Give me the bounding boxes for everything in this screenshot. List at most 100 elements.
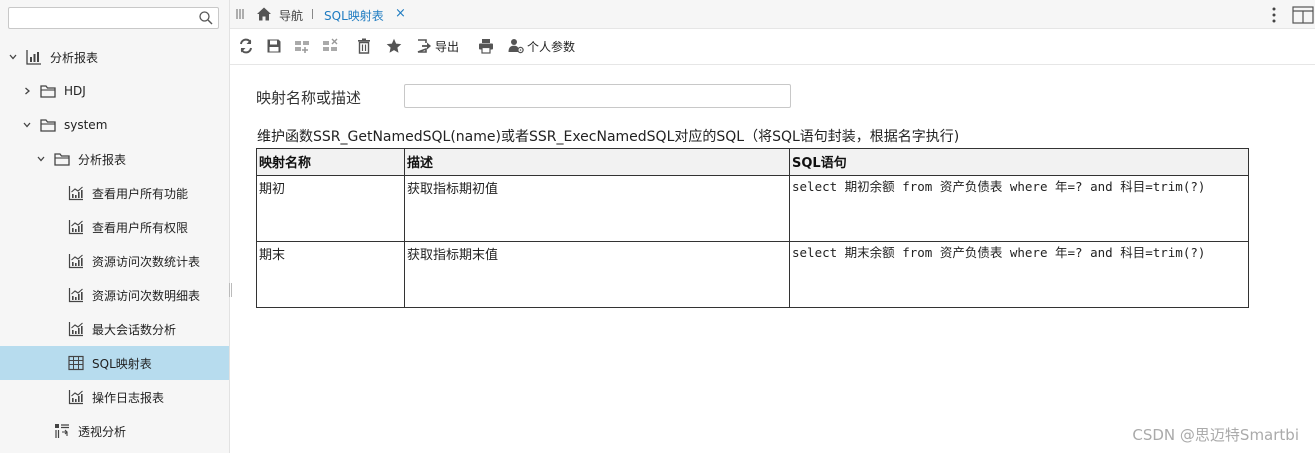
- chevron-down-icon[interactable]: [6, 50, 20, 64]
- tree-item[interactable]: 查看用户所有功能: [0, 176, 229, 210]
- tree-item[interactable]: 操作日志报表: [0, 380, 229, 414]
- tree-item[interactable]: 分析报表: [0, 40, 229, 74]
- analysis-report-icon: [26, 49, 42, 65]
- print-button[interactable]: [478, 37, 494, 55]
- tree-item[interactable]: 透视分析: [0, 414, 229, 448]
- report-chart-icon: [68, 219, 84, 235]
- chevron-down-icon[interactable]: [34, 152, 48, 166]
- tree-item-label: 资源访问次数统计表: [92, 254, 201, 269]
- tree-item[interactable]: 查看用户所有权限: [0, 210, 229, 244]
- column-header-sql[interactable]: SQL语句: [789, 148, 1249, 176]
- tab-bar: 导航 SQL映射表 ×: [230, 0, 1315, 29]
- search-icon[interactable]: [198, 10, 214, 26]
- save-icon: [267, 39, 281, 53]
- tree-item[interactable]: HDJ: [0, 74, 229, 108]
- user-settings-icon: [508, 39, 524, 54]
- tree-item-label: 分析报表: [78, 152, 127, 167]
- insert-row-icon: [295, 41, 309, 53]
- cell-sql[interactable]: select 期末余额 from 资产负债表 where 年=? and 科目=…: [789, 241, 1249, 308]
- export-icon: [417, 39, 431, 53]
- tree-item[interactable]: 资源访问次数统计表: [0, 244, 229, 278]
- report-chart-icon: [68, 287, 84, 303]
- folder-icon: [54, 151, 70, 167]
- tree-item-label: 最大会话数分析: [92, 322, 177, 337]
- tree-item-label: 资源访问次数明细表: [92, 288, 201, 303]
- app-window: 分析报表 HDJ system 分析报表查看用户所有功能查看用户所有权限 资源访问次数统…: [0, 0, 1315, 453]
- refresh-button[interactable]: [238, 37, 254, 55]
- tree-item[interactable]: 资源访问次数明细表: [0, 278, 229, 312]
- tree-item[interactable]: 分析报表: [0, 142, 229, 176]
- tree-item-label: 查看用户所有权限: [92, 220, 189, 235]
- report-chart-icon: [68, 321, 84, 337]
- cell-description[interactable]: 获取指标期末值: [404, 241, 790, 308]
- table-row[interactable]: 期初 获取指标期初值 select 期初余额 from 资产负债表 where …: [256, 175, 1249, 242]
- column-header-description[interactable]: 描述: [404, 148, 790, 176]
- search-box: [8, 7, 219, 29]
- cell-description[interactable]: 获取指标期初值: [404, 175, 790, 242]
- favorite-button[interactable]: [386, 37, 402, 55]
- refresh-icon: [240, 38, 252, 54]
- folder-icon: [40, 117, 56, 133]
- home-icon[interactable]: [256, 6, 272, 22]
- tree-item-label: SQL映射表: [92, 356, 152, 371]
- personal-params-button[interactable]: 个人参数: [508, 37, 575, 55]
- chevron-right-icon[interactable]: [20, 84, 34, 98]
- tree-item-label: 操作日志报表: [92, 390, 165, 405]
- mapping-filter-label: 映射名称或描述: [256, 89, 362, 107]
- report-chart-icon: [68, 253, 84, 269]
- tab-sql-mapping[interactable]: SQL映射表: [324, 7, 384, 24]
- table-icon: [68, 355, 84, 371]
- sidebar: 分析报表 HDJ system 分析报表查看用户所有功能查看用户所有权限 资源访问次数统…: [0, 0, 230, 453]
- print-icon: [479, 39, 493, 54]
- page-description: 维护函数SSR_GetNamedSQL(name)或者SSR_ExecNamed…: [257, 129, 960, 145]
- sql-mapping-table: 映射名称 描述 SQL语句 期初 获取指标期初值 select 期初余额 fro…: [256, 148, 1249, 308]
- cell-mapping-name[interactable]: 期初: [256, 175, 405, 242]
- tree-item[interactable]: SQL映射表: [0, 346, 229, 380]
- mapping-filter-input[interactable]: [404, 84, 791, 108]
- tree-item-label: system: [64, 118, 108, 132]
- delete-button[interactable]: [356, 37, 372, 55]
- report-chart-icon: [68, 389, 84, 405]
- watermark: CSDN @思迈特Smartbi: [1132, 426, 1299, 444]
- toolbar: 导出 个人参数: [230, 29, 1315, 65]
- tab-separator: [312, 9, 313, 19]
- delete-row-button[interactable]: [322, 37, 338, 55]
- delete-row-icon: [323, 38, 338, 51]
- insert-row-button[interactable]: [294, 37, 310, 55]
- save-button[interactable]: [266, 37, 282, 55]
- tree-item[interactable]: system: [0, 108, 229, 142]
- cell-sql[interactable]: select 期初余额 from 资产负债表 where 年=? and 科目=…: [789, 175, 1249, 242]
- tree-item-label: HDJ: [64, 84, 86, 98]
- export-button[interactable]: 导出: [416, 37, 459, 55]
- star-icon: [386, 38, 402, 53]
- main-content: 映射名称或描述 维护函数SSR_GetNamedSQL(name)或者SSR_E…: [230, 65, 1315, 453]
- personal-params-label: 个人参数: [527, 39, 576, 54]
- tree-item[interactable]: 最大会话数分析: [0, 312, 229, 346]
- trash-icon: [358, 38, 370, 54]
- table-row[interactable]: 期末 获取指标期末值 select 期末余额 from 资产负债表 where …: [256, 241, 1249, 308]
- tab-navigation[interactable]: 导航: [279, 7, 303, 24]
- more-menu-icon[interactable]: [1270, 6, 1278, 24]
- folder-icon: [40, 83, 56, 99]
- collapse-sidebar-icon[interactable]: [236, 8, 244, 20]
- report-chart-icon: [68, 185, 84, 201]
- export-label: 导出: [435, 39, 460, 54]
- resource-tree: 分析报表 HDJ system 分析报表查看用户所有功能查看用户所有权限 资源访问次数统…: [0, 40, 229, 448]
- pivot-analysis-icon: [54, 423, 70, 439]
- cell-mapping-name[interactable]: 期末: [256, 241, 405, 308]
- tab-close-icon[interactable]: ×: [395, 7, 406, 21]
- search-input[interactable]: [9, 8, 194, 28]
- table-header-row: 映射名称 描述 SQL语句: [256, 148, 1249, 176]
- chevron-down-icon[interactable]: [20, 118, 34, 132]
- column-header-mapping-name[interactable]: 映射名称: [256, 148, 405, 176]
- window-layout-icon[interactable]: [1292, 6, 1314, 24]
- tree-item-label: 透视分析: [78, 424, 127, 439]
